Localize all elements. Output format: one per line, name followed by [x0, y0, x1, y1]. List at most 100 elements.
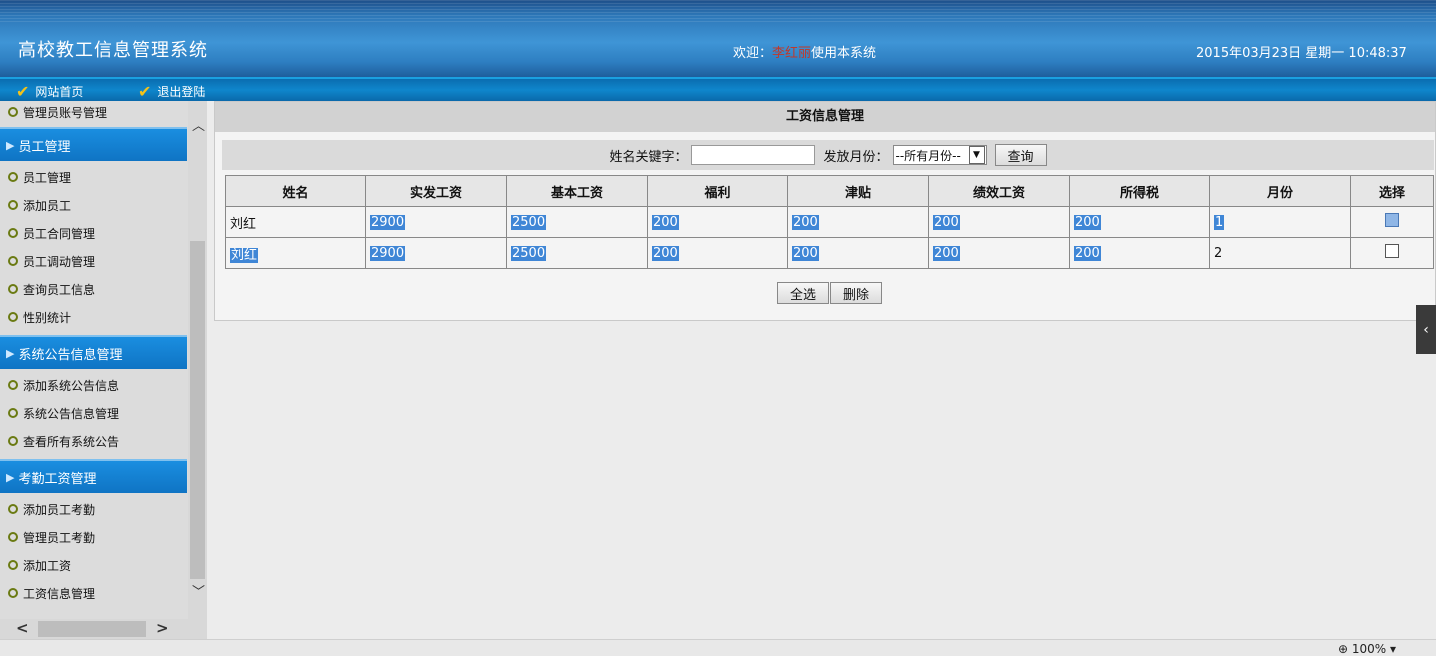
sidebar-item-query-employee[interactable]: 查询员工信息: [0, 275, 187, 303]
chevron-down-icon[interactable]: ▾: [1390, 642, 1396, 656]
bullet-circle-icon: [8, 560, 18, 570]
cell-actual-salary: 2900: [365, 237, 507, 269]
home-link[interactable]: ✔ 网站首页: [16, 83, 83, 100]
sidebar-item-label: 管理员账号管理: [23, 105, 108, 120]
cell-text: 200: [933, 245, 960, 261]
salary-table: 姓名 实发工资 基本工资 福利 津贴 绩效工资 所得税 月份 选择 刘红 290…: [225, 175, 1434, 269]
bullet-circle-icon: [8, 532, 18, 542]
row-checkbox[interactable]: [1385, 213, 1399, 227]
sidebar-item-label: 员工管理: [23, 170, 72, 185]
cell-performance: 200: [928, 206, 1070, 238]
sidebar-group-attendance-salary[interactable]: ▶ 考勤工资管理: [0, 459, 187, 493]
sidebar-group-announcements[interactable]: ▶ 系统公告信息管理: [0, 335, 187, 369]
cell-text: 2500: [511, 214, 547, 230]
cell-name: 刘红: [225, 206, 366, 238]
sidebar-item-label: 添加员工: [23, 198, 72, 213]
sidebar-item-transfer-manage[interactable]: 员工调动管理: [0, 247, 187, 275]
cell-actual-salary: 2900: [365, 206, 507, 238]
sidebar-item-label: 工资信息管理: [23, 586, 96, 601]
cell-text: 刘红: [230, 216, 257, 232]
triangle-right-icon: ▶: [6, 346, 15, 360]
sidebar-item-add-salary[interactable]: 添加工资: [0, 551, 187, 579]
cell-tax: 200: [1069, 237, 1210, 269]
sidebar-item-gender-stats[interactable]: 性别统计: [0, 303, 187, 331]
app-title: 高校教工信息管理系统: [18, 40, 208, 61]
chevron-down-icon[interactable]: ﹀: [192, 581, 205, 600]
bullet-circle-icon: [8, 200, 18, 210]
sidebar-item-label: 添加工资: [23, 558, 72, 573]
cell-text: 200: [652, 214, 679, 230]
bullet-circle-icon: [8, 228, 18, 238]
sidebar-item-label: 管理员工考勤: [23, 530, 96, 545]
chevron-up-icon[interactable]: ︿: [192, 115, 205, 134]
section-title: 工资信息管理: [215, 102, 1435, 132]
sidebar-item-view-announcements[interactable]: 查看所有系统公告: [0, 427, 187, 455]
cell-allowance: 200: [787, 206, 929, 238]
month-label: 发放月份：: [823, 149, 889, 165]
row-checkbox[interactable]: [1385, 244, 1399, 258]
column-header: 月份: [1209, 175, 1351, 207]
cell-text: 2: [1214, 245, 1223, 261]
home-link-label: 网站首页: [35, 85, 84, 99]
sidebar-horizontal-scrollbar[interactable]: < >: [0, 619, 207, 639]
cell-text: 2500: [511, 245, 547, 261]
sidebar-item-attendance-manage[interactable]: 管理员工考勤: [0, 523, 187, 551]
cell-text: 2900: [370, 214, 406, 230]
sidebar-menu: 管理员账号管理 ▶ 员工管理 员工管理 添加员工 员工合同管理 员工调动管理 查…: [0, 101, 187, 607]
logout-link[interactable]: ✔ 退出登陆: [138, 83, 205, 100]
month-select[interactable]: --所有月份-- ▼: [892, 145, 987, 165]
bullet-circle-icon: [8, 588, 18, 598]
column-header: 津贴: [787, 175, 929, 207]
bullet-circle-icon: [8, 172, 18, 182]
cell-text: 2900: [370, 245, 406, 261]
browser-status-bar: ⊕ 100% ▾: [0, 639, 1436, 656]
sidebar-item-label: 员工合同管理: [23, 226, 96, 241]
name-keyword-input[interactable]: [691, 145, 816, 165]
app-header: 高校教工信息管理系统 欢迎：李红丽使用本系统 2015年03月23日 星期一 1…: [0, 0, 1436, 77]
sidebar-item-label: 添加系统公告信息: [23, 378, 120, 393]
sidebar-item-salary-manage[interactable]: 工资信息管理: [0, 579, 187, 607]
bullet-circle-icon: [8, 284, 18, 294]
triangle-right-icon: ▶: [6, 138, 15, 152]
sidebar-item-add-employee[interactable]: 添加员工: [0, 191, 187, 219]
sidebar-group-label: 系统公告信息管理: [18, 347, 123, 363]
chevron-down-icon[interactable]: ▼: [968, 146, 985, 164]
select-all-button[interactable]: 全选: [777, 282, 830, 304]
bullet-circle-icon: [8, 380, 18, 390]
cell-text: 200: [1074, 245, 1101, 261]
checkmark-icon: ✔: [16, 81, 30, 101]
sidebar-item-announcement-manage[interactable]: 系统公告信息管理: [0, 399, 187, 427]
sidebar-vertical-scrollbar[interactable]: ︿ ﹀: [188, 101, 207, 619]
sidebar-item-employee-manage[interactable]: 员工管理: [0, 163, 187, 191]
cell-month: 1: [1209, 206, 1351, 238]
sidebar-item-admin-accounts[interactable]: 管理员账号管理: [0, 101, 187, 123]
side-panel-toggle[interactable]: ‹: [1416, 305, 1436, 354]
column-header: 实发工资: [365, 175, 507, 207]
welcome-suffix: 使用本系统: [811, 46, 877, 61]
sidebar-group-employee[interactable]: ▶ 员工管理: [0, 127, 187, 161]
scrollbar-thumb[interactable]: [190, 241, 205, 579]
name-keyword-label: 姓名关键字：: [609, 149, 688, 165]
query-button[interactable]: 查询: [994, 144, 1047, 166]
zoom-level[interactable]: ⊕ 100% ▾: [1338, 642, 1396, 656]
top-navbar: ✔ 网站首页 ✔ 退出登陆: [0, 77, 1436, 101]
chevron-left-icon[interactable]: <: [16, 619, 29, 637]
cell-text: 200: [792, 214, 819, 230]
sidebar-item-label: 系统公告信息管理: [23, 406, 120, 421]
chevron-right-icon[interactable]: >: [156, 619, 169, 637]
zoom-icon: ⊕: [1338, 642, 1349, 656]
sidebar-item-add-announcement[interactable]: 添加系统公告信息: [0, 371, 187, 399]
cell-name: 刘红: [225, 237, 366, 269]
current-user-name: 李红丽: [772, 46, 812, 61]
bullet-circle-icon: [8, 107, 18, 117]
cell-text: 200: [652, 245, 679, 261]
scrollbar-thumb[interactable]: [38, 621, 146, 637]
sidebar-item-label: 添加员工考勤: [23, 502, 96, 517]
sidebar-item-add-attendance[interactable]: 添加员工考勤: [0, 495, 187, 523]
welcome-prefix: 欢迎：: [733, 46, 773, 61]
sidebar-item-contract-manage[interactable]: 员工合同管理: [0, 219, 187, 247]
sidebar-item-label: 查询员工信息: [23, 282, 96, 297]
delete-button[interactable]: 删除: [830, 282, 883, 304]
cell-base-salary: 2500: [506, 237, 648, 269]
cell-text: 200: [1074, 214, 1101, 230]
